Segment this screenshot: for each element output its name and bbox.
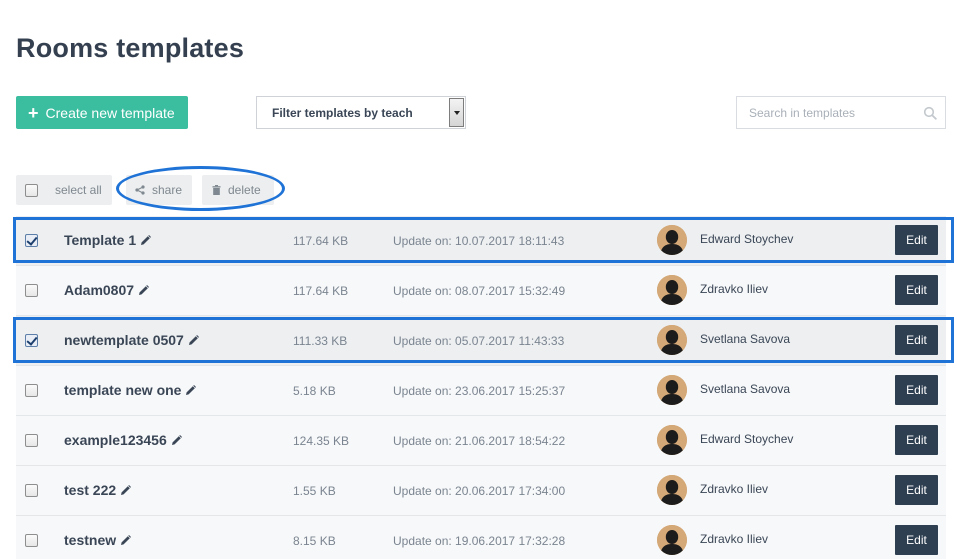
avatar-icon — [657, 225, 687, 255]
avatar-icon — [657, 325, 687, 355]
search-placeholder: Search in templates — [749, 105, 856, 120]
create-template-label: Create new template — [45, 104, 175, 121]
share-button[interactable]: share — [126, 175, 192, 205]
edit-button[interactable]: Edit — [895, 425, 938, 455]
delete-label: delete — [228, 183, 261, 197]
template-name[interactable]: Adam0807 — [64, 282, 150, 298]
row-checkbox[interactable] — [25, 534, 38, 547]
template-updated: Update on: 08.07.2017 15:32:49 — [393, 284, 566, 298]
edit-button[interactable]: Edit — [895, 375, 938, 405]
avatar-icon — [657, 475, 687, 505]
template-name[interactable]: test 222 — [64, 482, 132, 498]
filter-templates-value: Filter templates by teach — [272, 105, 413, 120]
search-icon[interactable] — [923, 106, 937, 120]
template-size: 111.33 KB — [293, 334, 348, 348]
row-checkbox[interactable] — [25, 234, 38, 247]
template-name[interactable]: newtemplate 0507 — [64, 332, 199, 348]
pencil-icon[interactable] — [188, 334, 199, 346]
template-name[interactable]: example123456 — [64, 432, 182, 448]
template-row[interactable]: Template 1 117.64 KB Update on: 10.07.2017… — [16, 216, 946, 266]
template-name[interactable]: template new one — [64, 382, 197, 398]
edit-button[interactable]: Edit — [895, 225, 938, 255]
template-size: 124.35 KB — [293, 434, 350, 448]
select-all-button[interactable]: select all — [16, 175, 112, 205]
avatar-icon — [657, 425, 687, 455]
template-owner: Zdravko Iliev — [700, 532, 769, 546]
template-size: 5.18 KB — [293, 384, 336, 398]
template-row[interactable]: template new one 5.18 KB Update on: 23.06.… — [16, 366, 946, 416]
avatar-icon — [657, 525, 687, 555]
template-updated: Update on: 21.06.2017 18:54:22 — [393, 434, 566, 448]
template-updated: Update on: 20.06.2017 17:34:00 — [393, 484, 566, 498]
template-row[interactable]: newtemplate 0507 111.33 KB Update on: 05.0… — [16, 316, 946, 366]
template-size: 1.55 KB — [293, 484, 336, 498]
pencil-icon[interactable] — [171, 434, 182, 446]
search-input[interactable]: Search in templates — [736, 96, 946, 129]
template-name[interactable]: testnew — [64, 532, 132, 548]
edit-button[interactable]: Edit — [895, 525, 938, 555]
template-owner: Zdravko Iliev — [700, 482, 769, 496]
share-label: share — [152, 183, 183, 197]
row-checkbox[interactable] — [25, 384, 38, 397]
template-size: 117.64 KB — [293, 284, 349, 298]
delete-button[interactable]: delete — [202, 175, 274, 205]
template-row[interactable]: test 222 1.55 KB Update on: 20.06.2017 17:… — [16, 466, 946, 516]
row-checkbox[interactable] — [25, 334, 38, 347]
pencil-icon[interactable] — [138, 284, 150, 296]
template-owner: Svetlana Savova — [700, 382, 791, 396]
template-size: 8.15 KB — [293, 534, 336, 548]
template-owner: Edward Stoychev — [700, 432, 794, 446]
share-icon — [135, 185, 145, 195]
template-owner: Edward Stoychev — [700, 232, 794, 246]
template-updated: Update on: 05.07.2017 11:43:33 — [393, 334, 565, 348]
pencil-icon[interactable] — [120, 484, 132, 496]
dropdown-arrow-icon[interactable] — [449, 98, 464, 127]
create-template-button[interactable]: + Create new template — [16, 96, 188, 129]
edit-button[interactable]: Edit — [895, 275, 938, 305]
avatar-icon — [657, 275, 687, 305]
template-row[interactable]: Adam0807 117.64 KB Update on: 08.07.2017 1… — [16, 266, 946, 316]
select-all-label: select all — [55, 183, 102, 197]
template-size: 117.64 KB — [293, 234, 349, 248]
pencil-icon[interactable] — [120, 534, 132, 546]
template-owner: Zdravko Iliev — [700, 282, 769, 296]
template-row[interactable]: example123456 124.35 KB Update on: 21.06.2… — [16, 416, 946, 466]
template-updated: Update on: 10.07.2017 18:11:43 — [393, 234, 565, 248]
pencil-icon[interactable] — [185, 384, 197, 396]
row-checkbox[interactable] — [25, 434, 38, 447]
template-updated: Update on: 23.06.2017 15:25:37 — [393, 384, 566, 398]
filter-templates-select[interactable]: Filter templates by teach — [256, 96, 466, 129]
template-owner: Svetlana Savova — [700, 332, 791, 346]
template-name[interactable]: Template 1 — [64, 232, 152, 248]
edit-button[interactable]: Edit — [895, 325, 938, 355]
plus-icon: + — [28, 102, 39, 123]
template-updated: Update on: 19.06.2017 17:32:28 — [393, 534, 566, 548]
row-checkbox[interactable] — [25, 484, 38, 497]
select-all-checkbox[interactable] — [25, 183, 38, 197]
templates-list: Template 1 117.64 KB Update on: 10.07.2017… — [16, 216, 946, 559]
row-checkbox[interactable] — [25, 284, 38, 297]
avatar-icon — [657, 375, 687, 405]
page-title: Rooms templates — [16, 33, 245, 63]
template-row[interactable]: testnew 8.15 KB Update on: 19.06.2017 17:3… — [16, 516, 946, 559]
pencil-icon[interactable] — [140, 234, 152, 246]
edit-button[interactable]: Edit — [895, 475, 938, 505]
trash-icon — [212, 185, 221, 195]
